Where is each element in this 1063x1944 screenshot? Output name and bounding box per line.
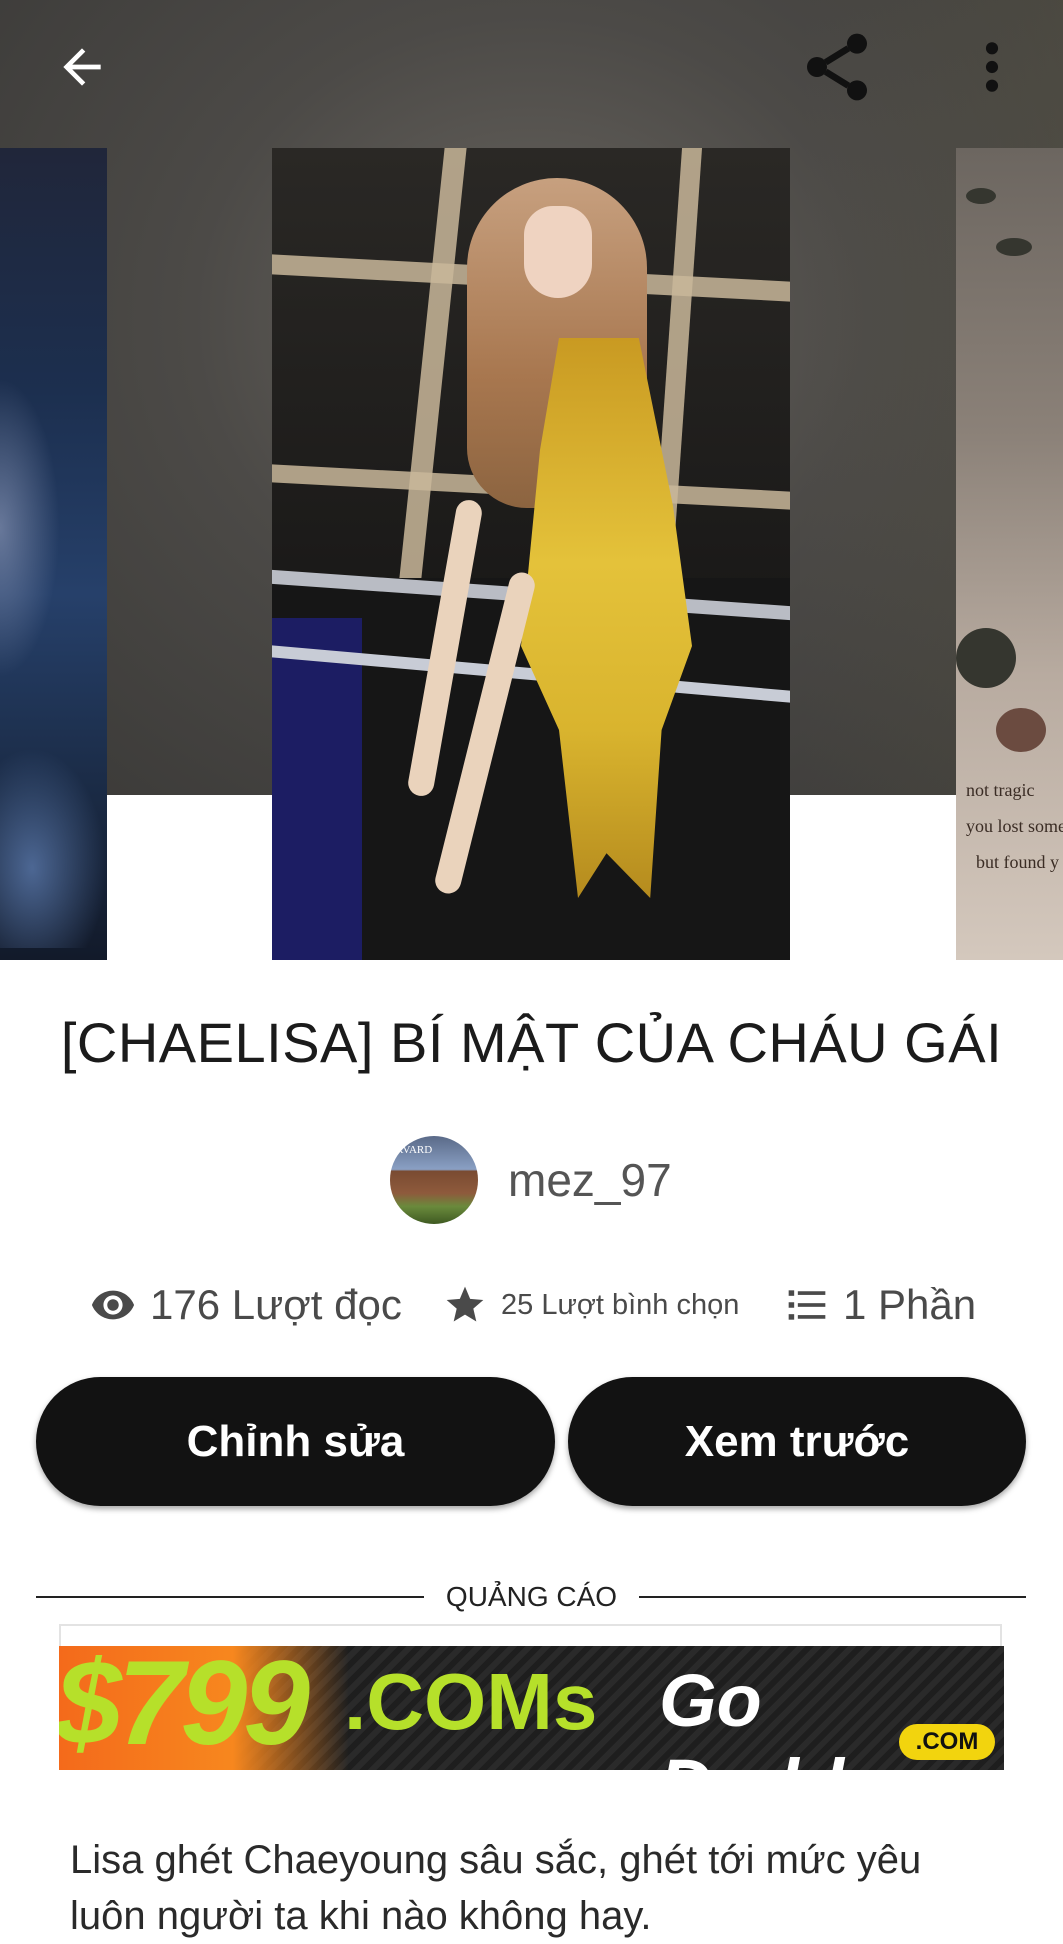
- author-row[interactable]: RVARD mez_97: [390, 1135, 672, 1225]
- cover-leaf: [956, 628, 1016, 688]
- cover-text-line: not tragic: [966, 780, 1035, 800]
- more-vertical-icon: [985, 42, 999, 92]
- cover-art-glow: [0, 378, 60, 678]
- divider-line: [36, 1596, 424, 1598]
- avatar[interactable]: RVARD: [390, 1136, 478, 1224]
- ad-coms-text: .COMs: [344, 1657, 598, 1746]
- more-options-button[interactable]: [960, 25, 1024, 109]
- cover-next-story[interactable]: not tragic you lost some but found y: [956, 148, 1063, 960]
- author-name[interactable]: mez_97: [508, 1153, 672, 1207]
- cover-current-story[interactable]: [272, 148, 790, 960]
- ad-dotcom-badge: .COM: [899, 1724, 995, 1760]
- ad-banner[interactable]: $799 .COMs Go Daddy .COM: [59, 1646, 1004, 1770]
- story-description: Lisa ghét Chaeyoung sâu sắc, ghét tới mứ…: [70, 1838, 922, 1938]
- cover-flower: [996, 708, 1046, 752]
- votes-count: 25 Lượt bình chọn: [501, 1288, 740, 1321]
- cover-leaf: [996, 238, 1032, 256]
- star-icon: [446, 1286, 484, 1322]
- arrow-left-icon: [63, 48, 101, 86]
- ad-price: $799: [59, 1646, 310, 1770]
- story-stats: 176 Lượt đọc 25 Lượt bình chọn 1 Phần: [0, 1265, 1063, 1345]
- cover-case-panel: [272, 618, 362, 960]
- stat-reads: 176 Lượt đọc: [90, 1265, 402, 1345]
- ad-label: QUẢNG CÁO: [445, 1581, 618, 1612]
- preview-button[interactable]: Xem trước: [568, 1377, 1026, 1506]
- ad-divider: QUẢNG CÁO: [36, 1577, 1026, 1617]
- cover-figure-face: [524, 206, 592, 298]
- divider-line: [639, 1596, 1026, 1598]
- top-app-bar: [0, 0, 1063, 130]
- cover-previous-story[interactable]: [0, 148, 107, 960]
- list-icon: [788, 1290, 826, 1320]
- parts-count: 1 Phần: [843, 1281, 977, 1328]
- edit-button[interactable]: Chỉnh sửa: [36, 1377, 555, 1506]
- reads-count: 176 Lượt đọc: [150, 1281, 402, 1328]
- stat-parts: 1 Phần: [785, 1265, 976, 1345]
- cover-leaf: [966, 188, 996, 204]
- stat-votes: 25 Lượt bình chọn: [443, 1265, 739, 1345]
- share-button[interactable]: [792, 22, 882, 112]
- back-button[interactable]: [40, 25, 124, 109]
- cover-art-cloud: [0, 748, 107, 948]
- eye-icon: [91, 1290, 135, 1320]
- share-icon: [807, 33, 867, 101]
- story-title: [CHAELISA] BÍ MẬT CỦA CHÁU GÁI: [60, 1011, 1003, 1074]
- cover-text-line: but found y: [976, 852, 1059, 872]
- cover-text-line: you lost some: [966, 816, 1063, 836]
